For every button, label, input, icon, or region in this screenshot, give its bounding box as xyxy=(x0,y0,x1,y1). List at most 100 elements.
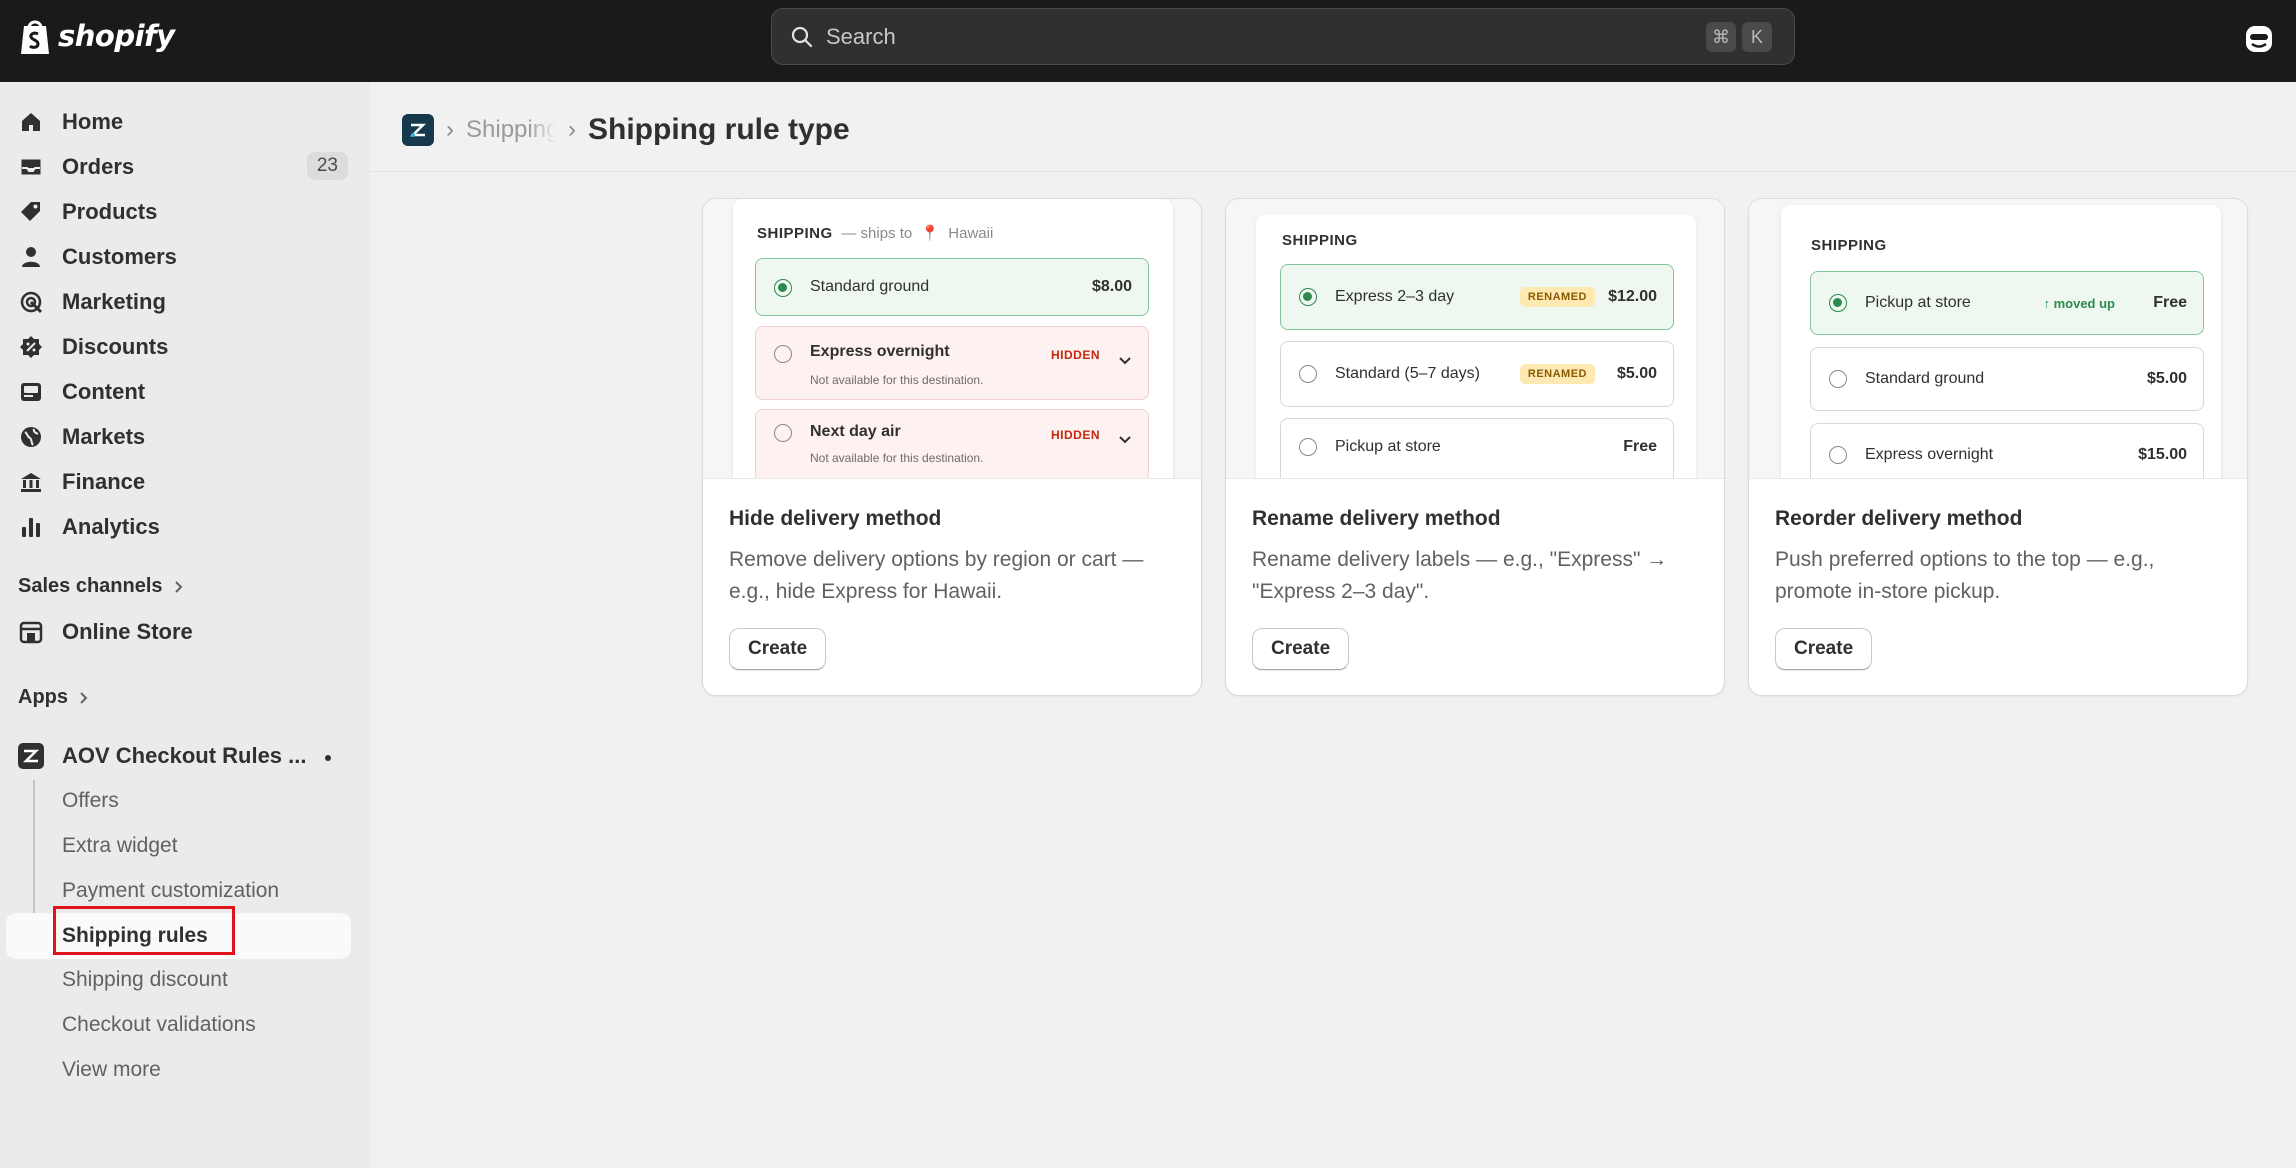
page-title: Shipping rule type xyxy=(588,113,850,146)
bank-icon xyxy=(18,469,44,495)
preview-heading: SHIPPING xyxy=(1811,237,1887,254)
option-price: Free xyxy=(2153,294,2187,311)
renamed-tag: RENAMED xyxy=(1519,364,1595,384)
store-icon xyxy=(18,619,44,645)
sidebar-sub-item-view-more[interactable]: View more xyxy=(62,1058,161,1082)
image-icon xyxy=(18,379,44,405)
search-bar[interactable]: Search ⌘ K xyxy=(771,8,1795,65)
sidebar-sub-item-extra-widget[interactable]: Extra widget xyxy=(62,834,178,858)
tree-line xyxy=(33,780,35,935)
option-price: Free xyxy=(1623,438,1657,455)
sidebar-item-label: Products xyxy=(62,199,158,224)
apps-header[interactable]: Apps xyxy=(18,686,88,709)
preview-option: Pickup at store Free xyxy=(1280,418,1674,478)
shopify-logo[interactable]: shopify xyxy=(18,16,175,56)
sidebar-item-label: Markets xyxy=(62,424,146,449)
radio-selected-icon xyxy=(1829,294,1847,312)
radio-icon xyxy=(1829,446,1847,464)
option-name: Express overnight xyxy=(810,343,950,360)
create-rename-rule-button[interactable]: Create xyxy=(1252,628,1350,670)
search-icon xyxy=(791,26,813,47)
radio-icon xyxy=(774,345,792,363)
preview-option: Standard (5–7 days) RENAMED $5.00 xyxy=(1280,341,1674,407)
preview-option: Express 2–3 day RENAMED $12.00 xyxy=(1280,264,1674,330)
sidebar-item-discounts[interactable]: Discounts xyxy=(18,327,348,367)
hidden-tag: HIDDEN xyxy=(1050,428,1100,442)
option-price: $15.00 xyxy=(2138,446,2187,463)
option-name: Standard ground xyxy=(1865,370,1985,387)
preview-option: Express overnight Not available for this… xyxy=(755,326,1149,400)
option-price: $5.00 xyxy=(1616,365,1657,382)
breadcrumb-parent-link[interactable]: Shipping rules xyxy=(466,116,556,144)
sales-channels-label: Sales channels xyxy=(18,575,163,597)
card-title: Hide delivery method xyxy=(729,507,942,530)
home-icon xyxy=(18,109,44,135)
sidebar-item-label: Online Store xyxy=(62,619,193,644)
chevron-right-icon xyxy=(174,580,182,593)
sidebar-item-products[interactable]: Products xyxy=(18,192,348,232)
top-bar: shopify Search ⌘ K xyxy=(0,0,2296,82)
sidebar-item-customers[interactable]: Customers xyxy=(18,237,348,277)
rule-type-card-rename: SHIPPING Express 2–3 day RENAMED $12.00 … xyxy=(1225,198,1725,696)
sidebar-item-markets[interactable]: Markets xyxy=(18,417,348,457)
sidebar-item-label: Content xyxy=(62,379,146,404)
hidden-tag: HIDDEN xyxy=(1050,348,1100,362)
highlight-box xyxy=(53,906,235,955)
preview-heading: SHIPPING xyxy=(1282,232,1358,249)
chevron-down-icon xyxy=(1119,436,1131,444)
sidebar-item-home[interactable]: Home xyxy=(18,102,348,142)
app-status-dot xyxy=(325,755,331,761)
sidebar-item-finance[interactable]: Finance xyxy=(18,462,348,502)
radio-icon xyxy=(774,424,792,442)
rule-type-card-reorder: SHIPPING Pickup at store ↑ moved up Free… xyxy=(1748,198,2248,696)
create-reorder-rule-button[interactable]: Create xyxy=(1775,628,1873,670)
rule-type-card-hide: SHIPPING — ships to 📍 Hawaii Standard gr… xyxy=(702,198,1202,696)
sidebar-sub-item-checkout-validations[interactable]: Checkout validations xyxy=(62,1013,256,1037)
chevron-right-icon xyxy=(80,691,88,704)
option-name: Express overnight xyxy=(1865,446,1994,463)
inbox-icon xyxy=(18,154,44,180)
target-icon xyxy=(18,289,44,315)
sidebar-item-app[interactable]: AOV Checkout Rules ... xyxy=(18,736,348,776)
app-logo-icon[interactable] xyxy=(402,114,434,146)
bar-chart-icon xyxy=(18,514,44,540)
globe-icon xyxy=(18,424,44,450)
card-preview: SHIPPING Express 2–3 day RENAMED $12.00 … xyxy=(1226,199,1724,479)
sidebar-sub-item-offers[interactable]: Offers xyxy=(62,789,119,813)
breadcrumb-separator: › xyxy=(568,116,576,143)
card-preview: SHIPPING — ships to 📍 Hawaii Standard gr… xyxy=(703,199,1201,479)
radio-icon xyxy=(1299,438,1317,456)
preview-option: Pickup at store ↑ moved up Free xyxy=(1810,271,2204,335)
card-description: Rename delivery labels — e.g., "Express"… xyxy=(1252,548,1668,603)
shopify-bag-icon xyxy=(21,20,49,54)
sidebar-item-analytics[interactable]: Analytics xyxy=(18,507,348,547)
option-price: $5.00 xyxy=(2146,370,2187,387)
preview-panel: SHIPPING — ships to 📍 Hawaii Standard gr… xyxy=(733,199,1173,478)
sidebar-item-label: Finance xyxy=(62,469,146,494)
sidebar-item-marketing[interactable]: Marketing xyxy=(18,282,348,322)
pin-icon: 📍 xyxy=(920,225,940,242)
card-description: Remove delivery options by region or car… xyxy=(729,548,1144,603)
option-price: $12.00 xyxy=(1608,288,1657,305)
radio-selected-icon xyxy=(774,279,792,297)
person-icon xyxy=(18,244,44,270)
sidebar-item-orders[interactable]: Orders 23 xyxy=(18,147,348,187)
sales-channels-header[interactable]: Sales channels xyxy=(18,575,183,598)
sidebar-sub-item-shipping-discount[interactable]: Shipping discount xyxy=(62,968,228,992)
search-input[interactable]: Search xyxy=(826,24,896,50)
card-description: Push preferred options to the top — e.g.… xyxy=(1775,548,2155,603)
preview-heading-label: SHIPPING xyxy=(757,225,833,242)
sidebar-sub-item-payment-customization[interactable]: Payment customization xyxy=(62,879,279,903)
preview-option: Standard ground $8.00 xyxy=(755,258,1149,316)
destination-label: Hawaii xyxy=(948,225,994,242)
preview-option: Express overnight $15.00 xyxy=(1810,423,2204,478)
sidebar-item-content[interactable]: Content xyxy=(18,372,348,412)
app-logo-icon xyxy=(18,743,44,769)
store-avatar-icon[interactable] xyxy=(2244,24,2274,54)
renamed-tag: RENAMED xyxy=(1519,287,1595,307)
sidebar-item-online-store[interactable]: Online Store xyxy=(18,612,348,652)
breadcrumb-separator: › xyxy=(446,116,454,143)
create-hide-rule-button[interactable]: Create xyxy=(729,628,827,670)
option-name: Pickup at store xyxy=(1865,294,1971,311)
brand-name: shopify xyxy=(58,19,175,53)
